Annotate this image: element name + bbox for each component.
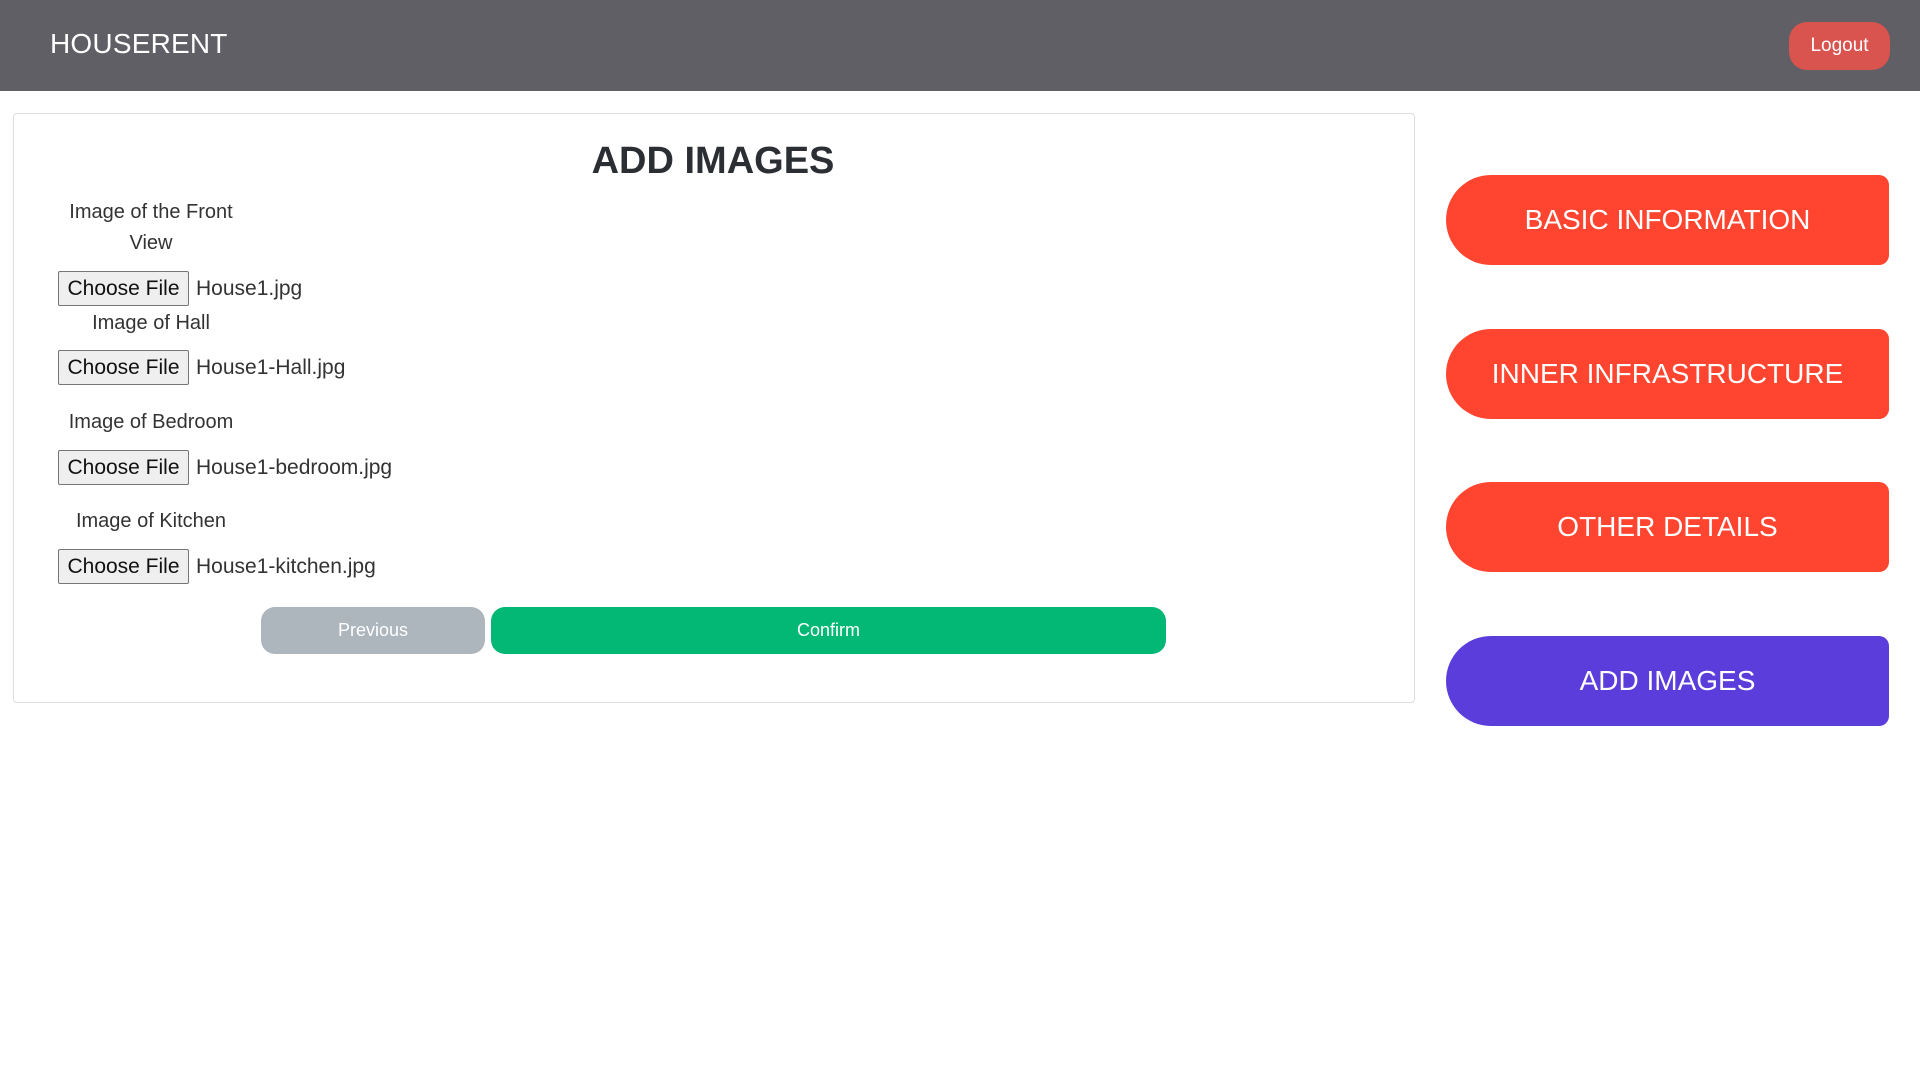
previous-button[interactable]: Previous [261, 607, 485, 654]
bedroom-label: Image of Bedroom [68, 411, 234, 433]
kitchen-label: Image of Kitchen [75, 510, 227, 532]
step-add-images-button[interactable]: ADD IMAGES [1446, 636, 1889, 726]
hall-label: Image of Hall [92, 312, 210, 334]
step-inner-infrastructure-button[interactable]: INNER INFRASTRUCTURE [1446, 329, 1889, 419]
bedroom-file-name: House1-bedroom.jpg [196, 456, 393, 479]
confirm-button[interactable]: Confirm [491, 607, 1166, 654]
bedroom-choose-file-button[interactable]: Choose File [58, 450, 189, 485]
kitchen-file-name: House1-kitchen.jpg [196, 555, 376, 578]
page-title: ADD IMAGES [591, 140, 835, 182]
logout-button[interactable]: Logout [1789, 22, 1890, 70]
front-view-file-name: House1.jpg [196, 277, 303, 300]
brand-logo[interactable]: HOUSERENT [50, 28, 228, 60]
step-basic-information-button[interactable]: BASIC INFORMATION [1446, 175, 1889, 265]
front-view-choose-file-button[interactable]: Choose File [58, 271, 189, 306]
top-navbar: HOUSERENT Logout [0, 0, 1920, 91]
hall-file-name: House1-Hall.jpg [196, 356, 346, 379]
front-view-label: Image of the Front View [69, 201, 233, 254]
step-other-details-button[interactable]: OTHER DETAILS [1446, 482, 1889, 572]
hall-choose-file-button[interactable]: Choose File [58, 350, 189, 385]
kitchen-choose-file-button[interactable]: Choose File [58, 549, 189, 584]
